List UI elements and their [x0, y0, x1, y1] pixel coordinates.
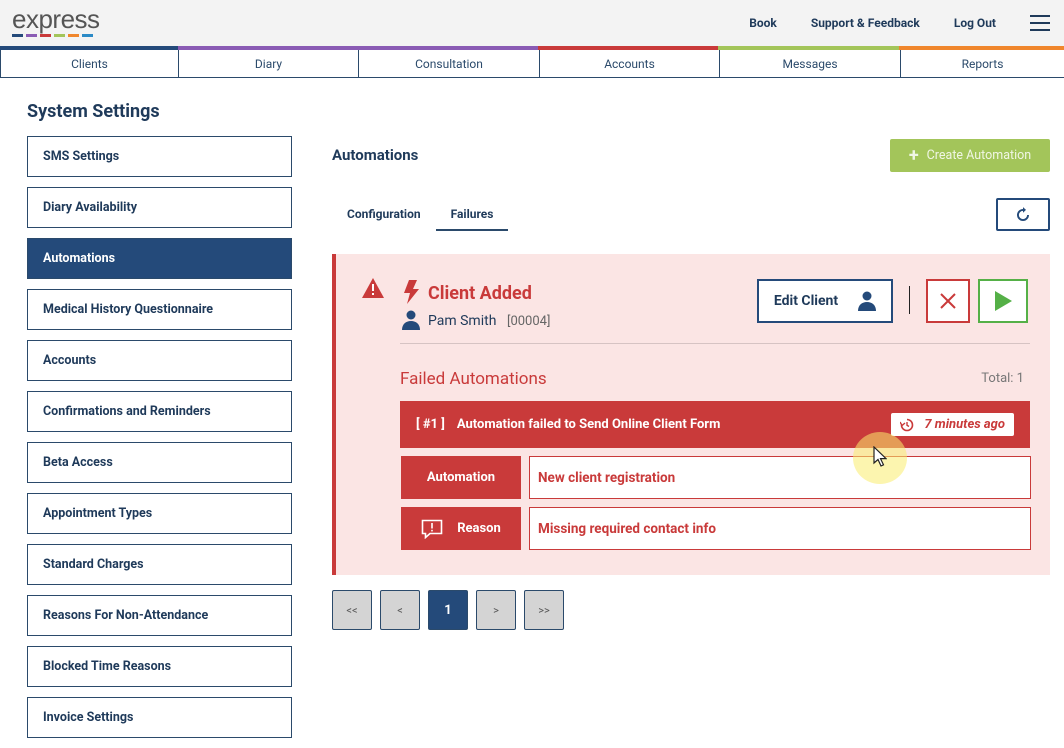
- refresh-button[interactable]: [996, 198, 1050, 231]
- pagination: << < 1 > >>: [332, 590, 564, 630]
- client-id: [00004]: [507, 314, 551, 329]
- express-logo[interactable]: express: [12, 6, 100, 37]
- card-divider: [400, 343, 1030, 344]
- sidebar-item-confirmations[interactable]: Confirmations and Reminders: [27, 391, 292, 432]
- sidebar-item-medical-history[interactable]: Medical History Questionnaire: [27, 289, 292, 330]
- page-title: System Settings: [27, 101, 160, 122]
- client-name[interactable]: Pam Smith: [428, 313, 496, 329]
- reason-detail-label: Reason: [401, 507, 521, 550]
- main-nav: Clients Diary Consultation Accounts Mess…: [0, 50, 1064, 78]
- create-automation-label: Create Automation: [926, 148, 1032, 163]
- automation-detail-value: New client registration: [529, 456, 1031, 499]
- book-link[interactable]: Book: [749, 16, 777, 30]
- failure-card: Client Added Pam Smith [00004] Edit Clie…: [332, 254, 1050, 575]
- nav-messages[interactable]: Messages: [719, 50, 900, 78]
- time-ago-text: 7 minutes ago: [924, 417, 1005, 432]
- automation-tabs: Configuration Failures: [332, 200, 509, 231]
- nav-accounts[interactable]: Accounts: [539, 50, 719, 78]
- nav-clients[interactable]: Clients: [0, 50, 178, 78]
- person-icon: [858, 291, 877, 311]
- alert-message-icon: [421, 519, 443, 539]
- mouse-cursor-icon: [873, 446, 887, 467]
- reason-label-text: Reason: [457, 521, 501, 536]
- app-header: express Book Support & Feedback Log Out: [0, 0, 1064, 46]
- reason-detail-value: Missing required contact info: [529, 507, 1031, 550]
- tab-failures[interactable]: Failures: [435, 200, 509, 231]
- nav-diary[interactable]: Diary: [178, 50, 358, 78]
- sidebar-item-automations[interactable]: Automations: [27, 238, 292, 279]
- failure-entry-number: [ #1 ]: [416, 417, 445, 432]
- section-title: Automations: [332, 146, 419, 164]
- tab-configuration[interactable]: Configuration: [332, 200, 436, 231]
- plus-icon: +: [908, 144, 919, 166]
- sidebar-item-appointment-types[interactable]: Appointment Types: [27, 493, 292, 534]
- top-links: Book Support & Feedback Log Out: [749, 0, 1064, 46]
- sidebar-item-blocked-time[interactable]: Blocked Time Reasons: [27, 646, 292, 687]
- reason-detail-row: Reason Missing required contact info: [401, 507, 1031, 550]
- page-last-button[interactable]: >>: [524, 590, 564, 630]
- logo-color-bars: [12, 34, 100, 37]
- nav-reports[interactable]: Reports: [900, 50, 1064, 78]
- log-out-link[interactable]: Log Out: [954, 16, 996, 30]
- edit-client-label: Edit Client: [773, 293, 839, 309]
- button-divider: [909, 286, 910, 314]
- page-current-button[interactable]: 1: [428, 590, 468, 630]
- bolt-icon: [404, 280, 419, 304]
- retry-automation-button[interactable]: [978, 279, 1028, 323]
- warning-icon: [362, 278, 384, 298]
- play-icon: [995, 291, 1012, 311]
- sidebar-item-beta-access[interactable]: Beta Access: [27, 442, 292, 483]
- close-icon: [940, 293, 956, 309]
- person-icon: [402, 310, 420, 330]
- page-first-button[interactable]: <<: [332, 590, 372, 630]
- failed-total: Total: 1: [981, 371, 1024, 386]
- hamburger-icon[interactable]: [1030, 15, 1050, 31]
- sidebar-item-standard-charges[interactable]: Standard Charges: [27, 544, 292, 585]
- sidebar-item-accounts[interactable]: Accounts: [27, 340, 292, 381]
- settings-sidebar: SMS Settings Diary Availability Automati…: [27, 136, 292, 748]
- sidebar-item-sms-settings[interactable]: SMS Settings: [27, 136, 292, 177]
- page-prev-button[interactable]: <: [380, 590, 420, 630]
- automation-detail-label: Automation: [401, 456, 521, 499]
- edit-client-button[interactable]: Edit Client: [757, 279, 893, 323]
- sidebar-item-non-attendance[interactable]: Reasons For Non-Attendance: [27, 595, 292, 636]
- time-badge: 7 minutes ago: [891, 413, 1014, 436]
- logo-text: express: [12, 4, 100, 34]
- failure-entry-message: Automation failed to Send Online Client …: [456, 417, 721, 432]
- refresh-icon: [1017, 206, 1029, 221]
- create-automation-button[interactable]: + Create Automation: [890, 139, 1050, 172]
- page-next-button[interactable]: >: [476, 590, 516, 630]
- support-feedback-link[interactable]: Support & Feedback: [811, 16, 920, 30]
- dismiss-failure-button[interactable]: [926, 279, 970, 323]
- automation-detail-row: Automation New client registration: [401, 456, 1031, 499]
- failed-automations-title: Failed Automations: [400, 369, 547, 389]
- sidebar-item-invoice-settings[interactable]: Invoice Settings: [27, 697, 292, 738]
- sidebar-item-diary-availability[interactable]: Diary Availability: [27, 187, 292, 228]
- failure-entry-bar: [ #1 ] Automation failed to Send Online …: [400, 401, 1030, 448]
- event-title: Client Added: [428, 283, 532, 304]
- history-icon: [900, 418, 914, 431]
- nav-consultation[interactable]: Consultation: [358, 50, 539, 78]
